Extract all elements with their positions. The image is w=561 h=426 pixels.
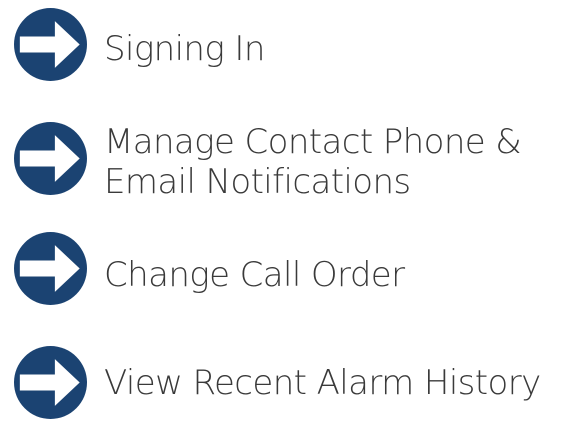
menu-item-signing-in[interactable]: Signing In: [0, 6, 561, 86]
arrow-right-circle-icon: [14, 122, 87, 195]
arrow-right-circle-icon: [14, 232, 87, 305]
menu-item-change-call-order[interactable]: Change Call Order: [0, 232, 561, 312]
menu-item-label: View Recent Alarm History: [104, 363, 541, 403]
menu-item-label-line: Change Call Order: [104, 255, 405, 295]
arrow-right-circle-icon: [14, 8, 87, 81]
arrow-right-circle-icon: [14, 346, 87, 419]
menu-item-label: Signing In: [104, 29, 265, 69]
menu-item-label: Manage Contact Phone & Email Notificatio…: [104, 122, 522, 202]
menu-item-label-line: View Recent Alarm History: [104, 363, 541, 403]
menu-item-label-line: Email Notifications: [104, 162, 411, 202]
menu-item-manage-contact-notifications[interactable]: Manage Contact Phone & Email Notificatio…: [0, 122, 561, 212]
menu-item-view-recent-alarm-history[interactable]: View Recent Alarm History: [0, 346, 561, 426]
menu-item-label-line: Signing In: [104, 29, 265, 69]
menu-item-label-line: Manage Contact Phone &: [104, 122, 522, 162]
menu-item-label: Change Call Order: [104, 255, 405, 295]
